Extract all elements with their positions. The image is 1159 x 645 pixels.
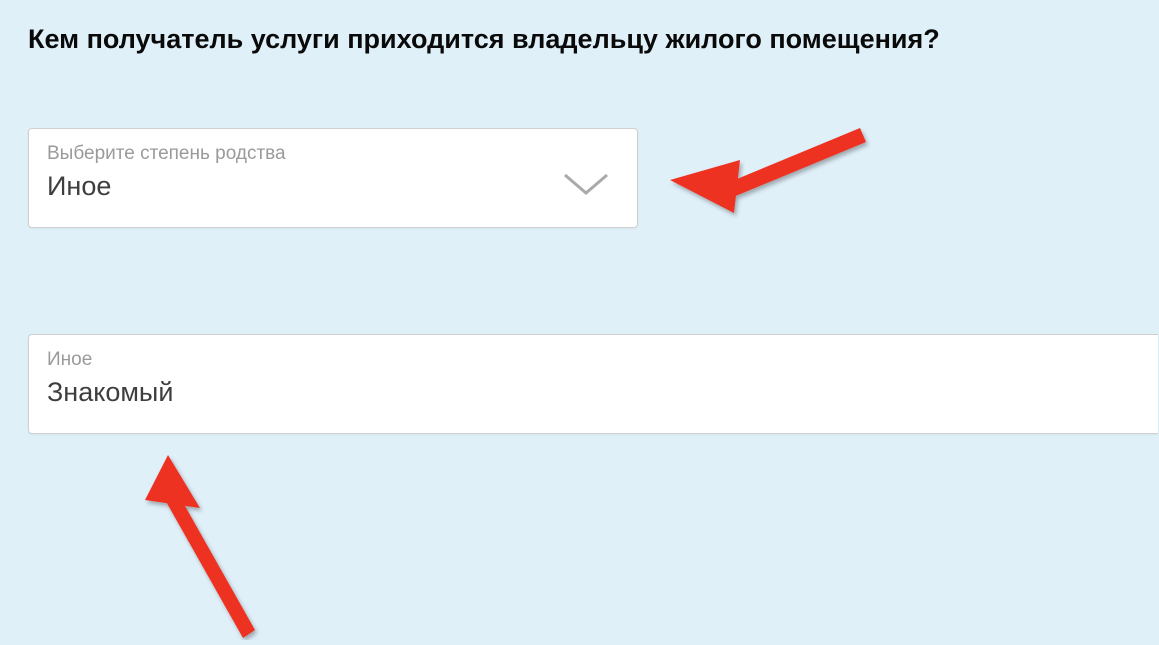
annotation-arrow-bottom [140,450,280,645]
relationship-select[interactable]: Выберите степень родства Иное [28,128,638,228]
select-text-group: Выберите степень родства Иное [47,143,286,202]
select-label: Выберите степень родства [47,143,286,165]
input-label: Иное [47,349,1140,371]
select-value: Иное [47,171,286,202]
question-heading: Кем получатель услуги приходится владель… [28,24,940,55]
other-text-input[interactable]: Иное Знакомый [28,334,1158,434]
annotation-arrow-top [660,108,880,243]
chevron-down-icon [561,171,611,204]
input-value: Знакомый [47,377,1140,408]
